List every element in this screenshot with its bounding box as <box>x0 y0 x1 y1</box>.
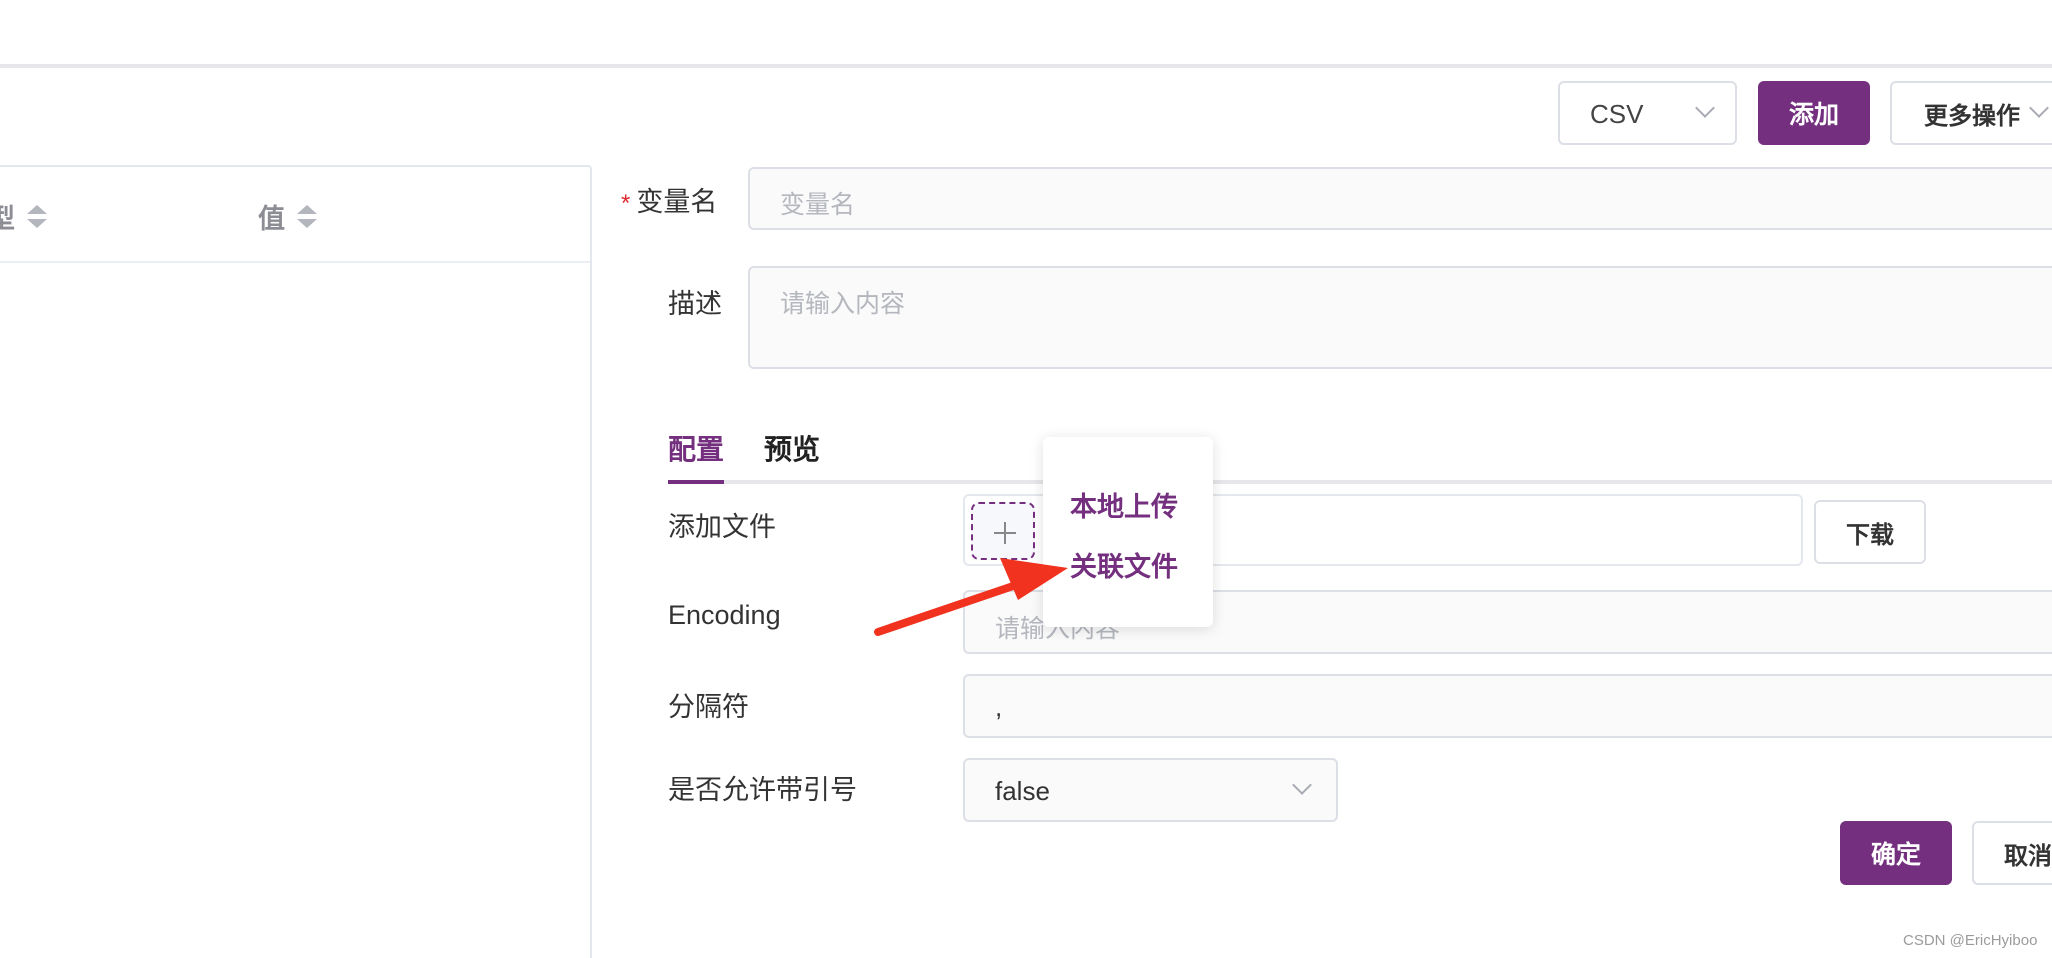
watermark: CSDN @EricHyiboo <box>1903 932 2038 949</box>
annotation-arrow-icon <box>874 558 1068 636</box>
